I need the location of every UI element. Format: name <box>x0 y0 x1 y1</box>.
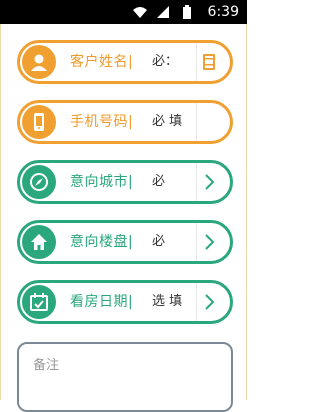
wifi-icon <box>133 7 147 18</box>
intended-city-field[interactable]: 意向城市| 必 <box>17 160 233 204</box>
customer-name-field[interactable]: 客户姓名| 必： <box>17 40 233 84</box>
phone-number-label: 手机号码| <box>70 114 134 130</box>
notes-placeholder: 备注 <box>33 358 60 373</box>
intended-city-label: 意向城市| <box>70 174 134 190</box>
intended-property-value[interactable]: 必 <box>152 233 165 251</box>
phone-icon <box>22 105 56 139</box>
customer-name-label: 客户姓名| <box>70 54 134 70</box>
chevron-right-icon[interactable] <box>200 172 218 192</box>
field-divider <box>196 163 197 201</box>
status-icons <box>133 5 191 19</box>
intended-property-field[interactable]: 意向楼盘| 必 <box>17 220 233 264</box>
field-divider <box>196 43 197 81</box>
phone-number-value[interactable]: 必 填 <box>152 113 182 131</box>
status-time: 6:39 <box>207 4 239 20</box>
home-icon <box>22 225 56 259</box>
status-bar: 6:39 <box>0 0 247 24</box>
field-divider <box>196 283 197 321</box>
contact-book-icon[interactable] <box>200 52 218 72</box>
field-divider <box>196 103 197 141</box>
field-divider <box>196 223 197 261</box>
viewing-date-field[interactable]: 看房日期| 选 填 <box>17 280 233 324</box>
viewing-date-label: 看房日期| <box>70 294 134 310</box>
chevron-right-icon[interactable] <box>200 232 218 252</box>
chevron-right-icon[interactable] <box>200 292 218 312</box>
notes-textarea[interactable]: 备注 <box>17 342 233 412</box>
signal-icon <box>157 6 169 18</box>
battery-icon <box>183 5 191 19</box>
person-icon <box>22 45 56 79</box>
customer-name-value[interactable]: 必： <box>152 53 178 71</box>
viewing-date-value[interactable]: 选 填 <box>152 293 182 311</box>
form-area: 客户姓名| 必： 手机号码| 必 填 意向城市| 必 意向楼盘| 必 看房日期|… <box>0 24 247 412</box>
phone-number-field[interactable]: 手机号码| 必 填 <box>17 100 233 144</box>
compass-icon <box>22 165 56 199</box>
intended-city-value[interactable]: 必 <box>152 173 165 191</box>
intended-property-label: 意向楼盘| <box>70 234 134 250</box>
calendar-icon <box>22 285 56 319</box>
